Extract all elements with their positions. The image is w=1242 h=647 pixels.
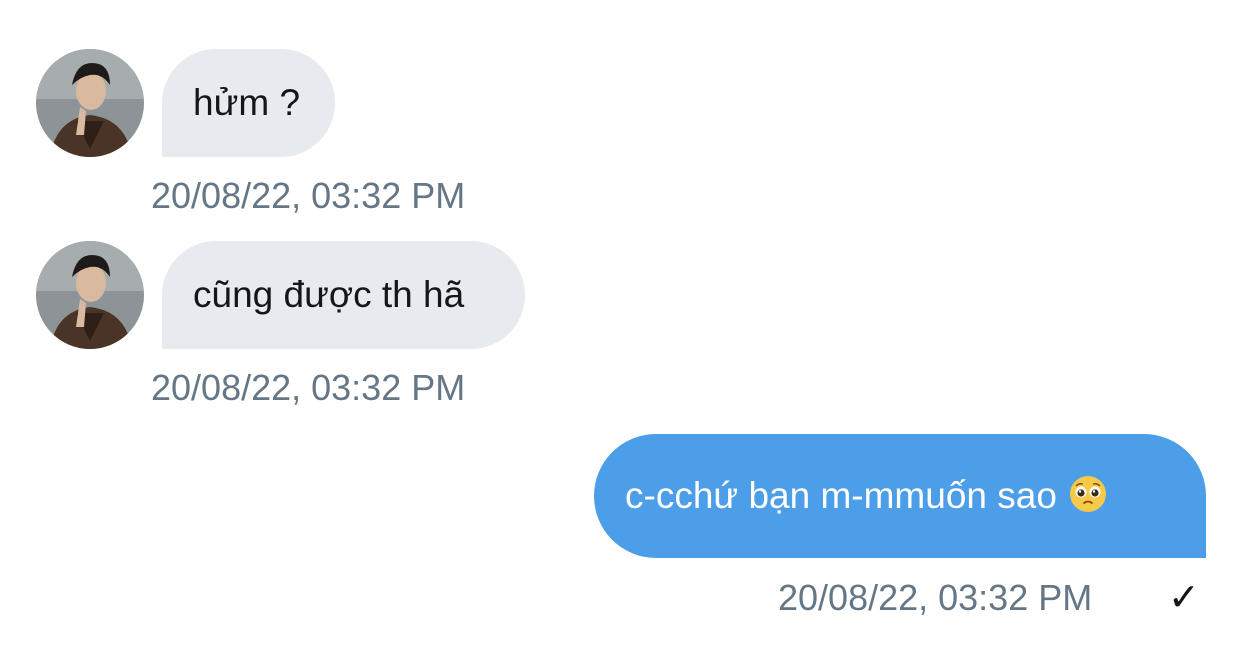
user-avatar-icon (36, 49, 144, 157)
read-status-check-icon: ✓ (1168, 577, 1200, 619)
message-bubble-incoming[interactable]: hửm ? (162, 49, 335, 157)
avatar[interactable] (36, 49, 144, 157)
message-text: cũng được th hã (193, 274, 465, 315)
user-avatar-icon (36, 241, 144, 349)
message-timestamp: 20/08/22, 03:32 PM (778, 577, 1093, 618)
message-timestamp: 20/08/22, 03:32 PM (151, 367, 466, 408)
message-text: c-cchứ bạn m-mmuốn sao (625, 475, 1057, 516)
message-text: hửm ? (193, 82, 301, 123)
message-bubble-outgoing[interactable]: c-cchứ bạn m-mmuốn sao (594, 434, 1206, 558)
message-timestamp: 20/08/22, 03:32 PM (151, 175, 466, 216)
message-bubble-incoming[interactable]: cũng được th hã (162, 241, 525, 349)
avatar[interactable] (36, 241, 144, 349)
pleading-face-emoji-icon (1069, 476, 1106, 512)
